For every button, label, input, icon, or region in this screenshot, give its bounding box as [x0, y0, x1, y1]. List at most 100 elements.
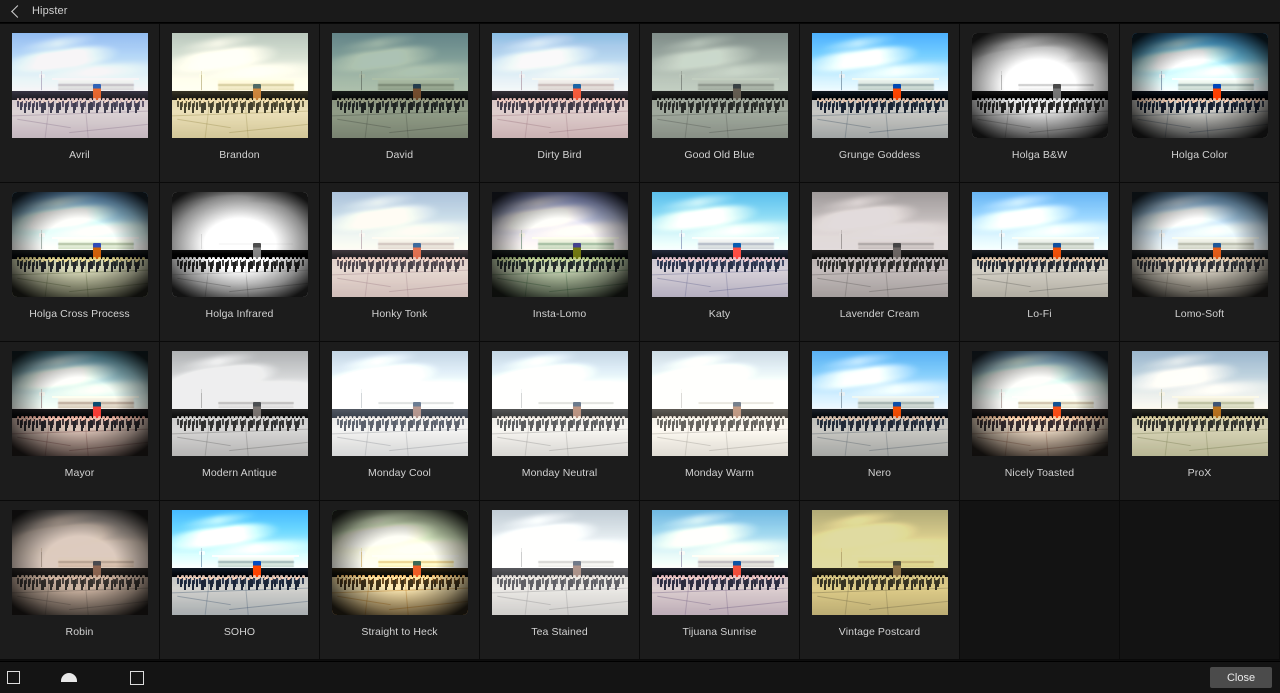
- thumbnail-photo: [971, 192, 1108, 297]
- nav-recents-square-icon[interactable]: [130, 670, 144, 685]
- filter-label: Straight to Heck: [361, 626, 438, 638]
- thumbnail-photo: [1131, 351, 1268, 456]
- thumbnail-photo: [331, 510, 468, 615]
- thumbnail-photo: [651, 192, 788, 297]
- filter-thumbnail[interactable]: [331, 351, 468, 456]
- filter-cell[interactable]: Nero: [800, 342, 960, 501]
- filter-cell[interactable]: Tea Stained: [480, 501, 640, 660]
- filter-thumbnail[interactable]: [171, 192, 308, 297]
- thumbnail-photo: [651, 351, 788, 456]
- filter-thumbnail[interactable]: [171, 33, 308, 138]
- filter-thumbnail[interactable]: [491, 510, 628, 615]
- filter-thumbnail[interactable]: [971, 351, 1108, 456]
- filter-cell[interactable]: Robin: [0, 501, 160, 660]
- filter-cell[interactable]: Katy: [640, 183, 800, 342]
- thumbnail-photo: [1131, 192, 1268, 297]
- filter-thumbnail[interactable]: [331, 192, 468, 297]
- thumbnail-photo: [971, 351, 1108, 456]
- filter-thumbnail[interactable]: [811, 33, 948, 138]
- filter-thumbnail[interactable]: [971, 33, 1108, 138]
- filter-cell-empty: [960, 501, 1120, 660]
- filter-label: Monday Warm: [685, 467, 754, 479]
- filter-label: Holga Color: [1171, 149, 1228, 161]
- thumbnail-photo: [651, 33, 788, 138]
- close-button[interactable]: Close: [1210, 667, 1272, 688]
- filter-thumbnail[interactable]: [11, 351, 148, 456]
- filter-cell[interactable]: Dirty Bird: [480, 24, 640, 183]
- filter-cell[interactable]: Mayor: [0, 342, 160, 501]
- filter-thumbnail[interactable]: [11, 192, 148, 297]
- filter-grid-scroll[interactable]: Avril Brandon David Dirty Bird Good Old Blue…: [0, 23, 1280, 661]
- filter-thumbnail[interactable]: [491, 192, 628, 297]
- filter-label: Lavender Cream: [839, 308, 920, 320]
- thumbnail-photo: [11, 351, 148, 456]
- filter-thumbnail[interactable]: [651, 351, 788, 456]
- back-chevron-icon[interactable]: [9, 4, 23, 18]
- filter-cell[interactable]: Honky Tonk: [320, 183, 480, 342]
- filter-thumbnail[interactable]: [331, 33, 468, 138]
- filter-cell[interactable]: Brandon: [160, 24, 320, 183]
- filter-cell[interactable]: Holga B&W: [960, 24, 1120, 183]
- filter-thumbnail[interactable]: [811, 192, 948, 297]
- filter-cell[interactable]: ProX: [1120, 342, 1280, 501]
- system-navigation-bar: Close: [0, 661, 1280, 693]
- thumbnail-photo: [971, 33, 1108, 138]
- filter-label: Avril: [69, 149, 90, 161]
- thumbnail-photo: [331, 351, 468, 456]
- thumbnail-photo: [171, 510, 308, 615]
- filter-cell[interactable]: Insta-Lomo: [480, 183, 640, 342]
- filter-cell[interactable]: Avril: [0, 24, 160, 183]
- page-title: Hipster: [32, 5, 68, 17]
- thumbnail-photo: [171, 33, 308, 138]
- filter-thumbnail[interactable]: [811, 351, 948, 456]
- thumbnail-photo: [171, 351, 308, 456]
- filter-cell[interactable]: Holga Color: [1120, 24, 1280, 183]
- filter-thumbnail[interactable]: [1131, 192, 1268, 297]
- filter-cell[interactable]: Monday Cool: [320, 342, 480, 501]
- filter-thumbnail[interactable]: [491, 33, 628, 138]
- filter-label: Grunge Goddess: [838, 149, 921, 161]
- filter-label: David: [385, 149, 414, 161]
- thumbnail-photo: [651, 510, 788, 615]
- filter-thumbnail[interactable]: [11, 33, 148, 138]
- filter-thumbnail[interactable]: [651, 192, 788, 297]
- filter-cell[interactable]: Grunge Goddess: [800, 24, 960, 183]
- filter-thumbnail[interactable]: [11, 510, 148, 615]
- filter-cell[interactable]: Nicely Toasted: [960, 342, 1120, 501]
- thumbnail-photo: [811, 510, 948, 615]
- filter-cell[interactable]: Monday Neutral: [480, 342, 640, 501]
- thumbnail-photo: [491, 351, 628, 456]
- thumbnail-photo: [491, 510, 628, 615]
- filter-thumbnail[interactable]: [171, 351, 308, 456]
- filter-label: Robin: [65, 626, 94, 638]
- filter-cell[interactable]: Lo-Fi: [960, 183, 1120, 342]
- filter-label: Honky Tonk: [371, 308, 428, 320]
- filter-cell[interactable]: Straight to Heck: [320, 501, 480, 660]
- filter-label: Mayor: [64, 467, 95, 479]
- filter-cell[interactable]: Monday Warm: [640, 342, 800, 501]
- filter-thumbnail[interactable]: [651, 510, 788, 615]
- filter-thumbnail[interactable]: [1131, 33, 1268, 138]
- filter-thumbnail[interactable]: [1131, 351, 1268, 456]
- filter-cell[interactable]: Holga Infrared: [160, 183, 320, 342]
- filter-cell[interactable]: Good Old Blue: [640, 24, 800, 183]
- filter-cell[interactable]: David: [320, 24, 480, 183]
- filter-thumbnail[interactable]: [331, 510, 468, 615]
- filter-label: Katy: [708, 308, 731, 320]
- nav-home-dome-icon[interactable]: [61, 673, 77, 682]
- filter-cell[interactable]: Lomo-Soft: [1120, 183, 1280, 342]
- filter-thumbnail[interactable]: [811, 510, 948, 615]
- filter-cell[interactable]: SOHO: [160, 501, 320, 660]
- filter-cell[interactable]: Holga Cross Process: [0, 183, 160, 342]
- filter-cell[interactable]: Lavender Cream: [800, 183, 960, 342]
- filter-thumbnail[interactable]: [171, 510, 308, 615]
- filter-cell[interactable]: Modern Antique: [160, 342, 320, 501]
- nav-back-square-icon[interactable]: [7, 671, 20, 684]
- filter-thumbnail[interactable]: [971, 192, 1108, 297]
- filter-thumbnail[interactable]: [651, 33, 788, 138]
- filter-cell[interactable]: Vintage Postcard: [800, 501, 960, 660]
- filter-label: ProX: [1187, 467, 1212, 479]
- filter-thumbnail[interactable]: [491, 351, 628, 456]
- thumbnail-photo: [811, 192, 948, 297]
- filter-cell[interactable]: Tijuana Sunrise: [640, 501, 800, 660]
